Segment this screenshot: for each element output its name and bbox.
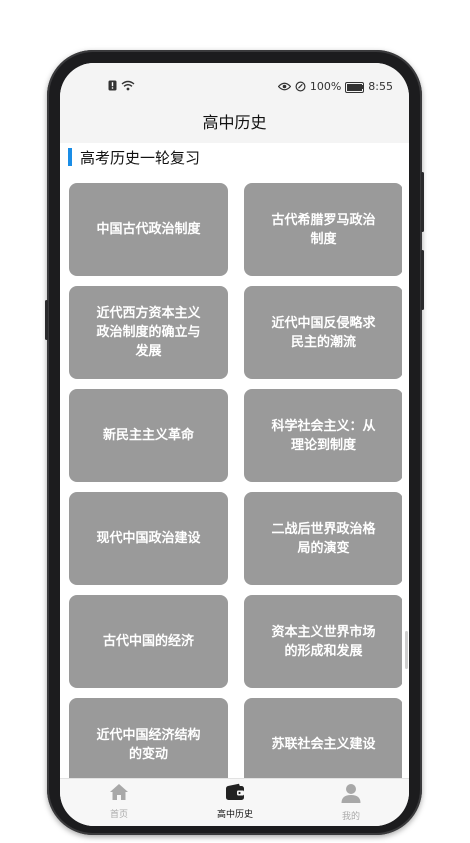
course-card[interactable]: 近代中国反侵略求民主的潮流 <box>244 286 402 379</box>
course-card-label: 古代希腊罗马政治制度 <box>271 212 376 247</box>
side-button <box>421 250 424 310</box>
battery-percent: 100% <box>309 80 342 93</box>
course-card-label: 近代中国反侵略求民主的潮流 <box>271 315 376 350</box>
tab-label: 我的 <box>341 812 360 822</box>
person-icon <box>341 784 361 803</box>
course-card[interactable]: 苏联社会主义建设 <box>244 698 402 778</box>
section-heading: 高考历史一轮复习 <box>68 147 200 167</box>
course-card-label: 二战后世界政治格局的演变 <box>271 521 376 556</box>
tab-label: 首页 <box>109 810 128 820</box>
volume-button <box>45 300 48 340</box>
course-card-label: 近代西方资本主义政治制度的确立与发展 <box>96 306 201 359</box>
course-card-label: 近代中国经济结构的变动 <box>96 727 201 762</box>
course-grid: 中国古代政治制度 古代希腊罗马政治制度 近代西方资本主义政治制度的确立与发展 近… <box>69 183 402 778</box>
home-icon <box>110 784 128 800</box>
power-button <box>421 172 424 232</box>
tab-history[interactable]: 高中历史 <box>185 783 285 820</box>
section-title: 高考历史一轮复习 <box>80 148 201 167</box>
course-card[interactable]: 古代中国的经济 <box>69 595 228 688</box>
data-saver-icon <box>295 81 306 92</box>
clock: 8:55 <box>368 80 393 93</box>
course-card-label: 科学社会主义：从理论到制度 <box>271 418 376 453</box>
status-bar: 100% 8:55 <box>60 63 409 107</box>
battery-icon <box>345 80 365 93</box>
course-card[interactable]: 科学社会主义：从理论到制度 <box>244 389 402 482</box>
tab-home[interactable]: 首页 <box>69 783 169 820</box>
screen: 100% 8:55 高中历史 高考历史一轮复习 中国古代政治制度 古代希腊罗马政… <box>60 63 409 826</box>
course-card[interactable]: 资本主义世界市场的形成和发展 <box>244 595 402 688</box>
course-card[interactable]: 近代中国经济结构的变动 <box>69 698 228 778</box>
course-card[interactable]: 现代中国政治建设 <box>69 492 228 585</box>
course-card[interactable]: 近代西方资本主义政治制度的确立与发展 <box>69 286 228 379</box>
page-title: 高中历史 <box>60 107 409 143</box>
course-card[interactable]: 古代希腊罗马政治制度 <box>244 183 402 276</box>
course-card-label: 中国古代政治制度 <box>96 222 201 237</box>
tab-bar: 首页 高中历史 我的 <box>60 778 409 826</box>
course-card-label: 资本主义世界市场的形成和发展 <box>271 624 376 659</box>
course-card[interactable]: 二战后世界政治格局的演变 <box>244 492 402 585</box>
eye-icon <box>277 82 291 91</box>
wifi-icon <box>121 80 135 91</box>
section-accent-bar <box>68 148 72 166</box>
course-card-label: 新民主主义革命 <box>102 428 194 443</box>
course-card-label: 苏联社会主义建设 <box>271 737 376 752</box>
course-card[interactable]: 新民主主义革命 <box>69 389 228 482</box>
wallet-icon <box>226 783 244 800</box>
tab-profile[interactable]: 我的 <box>301 783 401 822</box>
scrollbar[interactable] <box>405 631 408 669</box>
course-card[interactable]: 中国古代政治制度 <box>69 183 228 276</box>
course-card-label: 古代中国的经济 <box>102 634 194 649</box>
sim-alert-icon <box>108 80 117 91</box>
course-card-label: 现代中国政治建设 <box>96 531 201 546</box>
tab-label: 高中历史 <box>216 810 253 820</box>
